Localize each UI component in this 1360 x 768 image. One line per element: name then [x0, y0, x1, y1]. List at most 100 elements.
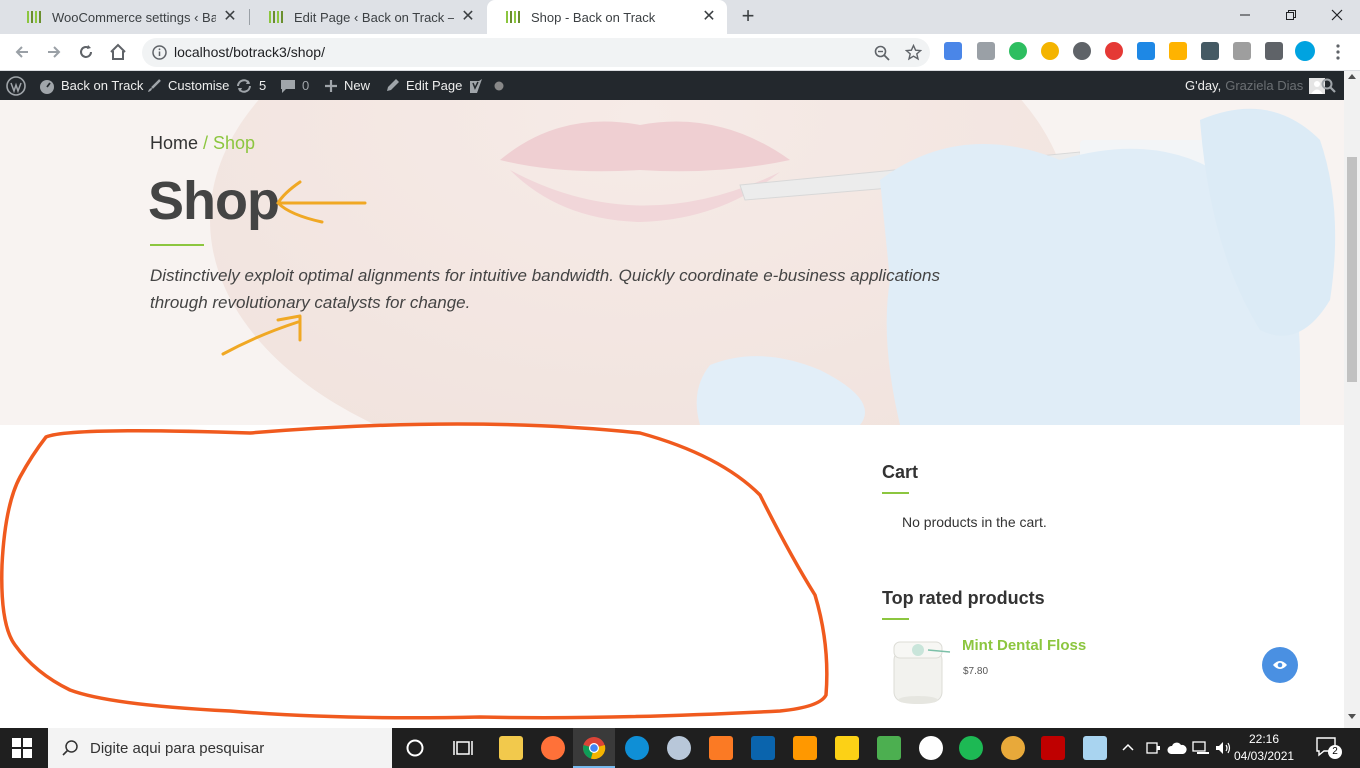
pin-extension-icon[interactable] — [1233, 42, 1251, 60]
browser-menu-button[interactable] — [1326, 40, 1350, 64]
start-button[interactable] — [12, 738, 32, 763]
page-scrollbar[interactable] — [1344, 71, 1360, 728]
paint-app-icon[interactable] — [667, 736, 691, 760]
scrollbar-thumb[interactable] — [1347, 157, 1357, 382]
annotation-circle-empty-area — [0, 422, 829, 720]
minimize-icon — [1240, 14, 1250, 16]
firefox-icon[interactable] — [541, 736, 565, 760]
cart-empty-message: No products in the cart. — [902, 514, 1047, 530]
tab-woocommerce-settings[interactable]: WooCommerce settings ‹ Back on ✕ — [8, 0, 248, 34]
yoast-seo-menu[interactable] — [468, 71, 490, 100]
back-button[interactable] — [10, 40, 34, 64]
minimize-button[interactable] — [1222, 0, 1268, 30]
reload-button[interactable] — [74, 40, 98, 64]
volume-icon[interactable] — [1215, 740, 1233, 756]
close-tab-icon[interactable]: ✕ — [701, 9, 717, 25]
updates-link[interactable]: 5 — [235, 71, 266, 100]
close-tab-icon[interactable]: ✕ — [222, 9, 238, 25]
outlook-icon[interactable] — [751, 736, 775, 760]
accessibility-view-button[interactable] — [1262, 647, 1298, 683]
settings-extension-icon[interactable] — [1073, 42, 1091, 60]
github-desktop-icon[interactable] — [919, 736, 943, 760]
new-label: New — [344, 78, 371, 93]
task-view-icon[interactable] — [453, 739, 473, 757]
product-name-link[interactable]: Mint Dental Floss — [962, 637, 1086, 654]
show-hidden-icons-chevron-icon[interactable] — [1122, 743, 1134, 751]
updates-icon — [237, 78, 251, 93]
page-title: Shop — [148, 171, 280, 231]
browser-app-icon[interactable] — [1001, 736, 1025, 760]
close-icon — [1331, 9, 1343, 21]
tab-title: Shop - Back on Track — [531, 9, 656, 25]
taskbar-clock[interactable]: 22:16 04/03/2021 — [1234, 731, 1294, 765]
tab-shop[interactable]: Shop - Back on Track ✕ — [487, 0, 727, 34]
breadcrumb-current: Shop — [213, 133, 256, 153]
bookmark-star-icon[interactable] — [905, 44, 922, 61]
edge-icon[interactable] — [625, 736, 649, 760]
sublime-text-icon[interactable] — [793, 736, 817, 760]
camtasia-icon[interactable] — [877, 736, 901, 760]
notepad-app-icon[interactable] — [1083, 736, 1107, 760]
seo-status-dot[interactable] — [494, 71, 510, 100]
scroll-down-icon[interactable] — [1348, 714, 1356, 720]
zoom-icon[interactable] — [874, 45, 890, 61]
reload-icon — [80, 45, 92, 58]
admin-search-button[interactable] — [1321, 71, 1342, 100]
file-explorer-icon[interactable] — [499, 736, 523, 760]
product-thumbnail[interactable] — [888, 638, 952, 706]
tab-edit-page[interactable]: Edit Page ‹ Back on Track — Word ✕ — [250, 0, 486, 34]
evernote-extension-icon[interactable] — [1009, 42, 1027, 60]
translate-extension-icon[interactable] — [944, 42, 962, 60]
device-icon[interactable] — [1145, 740, 1161, 756]
chrome-taskbar-button[interactable] — [573, 728, 615, 768]
menu-dots-icon — [1336, 44, 1340, 60]
xampp-icon[interactable] — [709, 736, 733, 760]
taskbar-search-box[interactable]: Digite aqui para pesquisar — [48, 728, 392, 768]
spotify-icon[interactable] — [959, 736, 983, 760]
crop-extension-icon[interactable] — [1169, 42, 1187, 60]
home-button[interactable] — [106, 40, 130, 64]
account-menu[interactable]: G'day, Graziela Dias — [1185, 71, 1326, 100]
edit-page-label: Edit Page — [406, 78, 463, 93]
home-icon — [110, 43, 126, 60]
sticky-notes-icon[interactable] — [835, 736, 859, 760]
puzzle-extensions-icon[interactable] — [1265, 42, 1283, 60]
restore-button[interactable] — [1268, 0, 1314, 30]
new-tab-button[interactable]: + — [736, 5, 760, 28]
download-extension-icon[interactable] — [1137, 42, 1155, 60]
scroll-up-icon[interactable] — [1348, 73, 1356, 79]
updates-count: 5 — [259, 78, 267, 93]
breadcrumb: Home / Shop — [150, 133, 255, 154]
action-center-button[interactable]: 2 — [1316, 737, 1344, 761]
cortana-icon[interactable] — [406, 739, 424, 757]
cart-widget-underline — [882, 492, 909, 494]
new-content-link[interactable]: New — [324, 71, 370, 100]
adblock-extension-icon[interactable] — [1105, 42, 1123, 60]
onedrive-cloud-icon[interactable] — [1167, 741, 1187, 755]
breadcrumb-home-link[interactable]: Home — [150, 133, 198, 153]
code-extension-icon[interactable] — [977, 42, 995, 60]
edit-page-link[interactable]: Edit Page — [385, 71, 462, 100]
site-name-link[interactable]: Back on Track — [39, 71, 143, 100]
search-icon — [62, 740, 78, 756]
filezilla-icon[interactable] — [1041, 736, 1065, 760]
wordpress-menu[interactable] — [6, 71, 32, 100]
close-tab-icon[interactable]: ✕ — [460, 9, 476, 25]
page-description: Distinctively exploit optimal alignments… — [150, 266, 940, 312]
wordpress-logo-icon — [6, 75, 26, 96]
clock-time: 22:16 — [1248, 732, 1280, 746]
chat-extension-icon[interactable] — [1041, 42, 1059, 60]
forward-button[interactable] — [42, 40, 66, 64]
info-icon[interactable] — [152, 45, 167, 60]
widget-extension-icon[interactable] — [1201, 42, 1219, 60]
customise-link[interactable]: Customise — [146, 71, 229, 100]
browser-toolbar: localhost/botrack3/shop/ — [0, 34, 1360, 71]
breadcrumb-separator: / — [198, 133, 214, 153]
annotation-arrow-description — [221, 314, 302, 356]
profile-avatar[interactable] — [1295, 41, 1315, 61]
close-window-button[interactable] — [1314, 0, 1360, 30]
network-icon[interactable] — [1192, 740, 1210, 756]
address-bar[interactable]: localhost/botrack3/shop/ — [142, 38, 930, 67]
windows-taskbar: Digite aqui para pesquisar 22:16 04/03/2… — [0, 728, 1360, 768]
comments-link[interactable]: 0 — [280, 71, 309, 100]
